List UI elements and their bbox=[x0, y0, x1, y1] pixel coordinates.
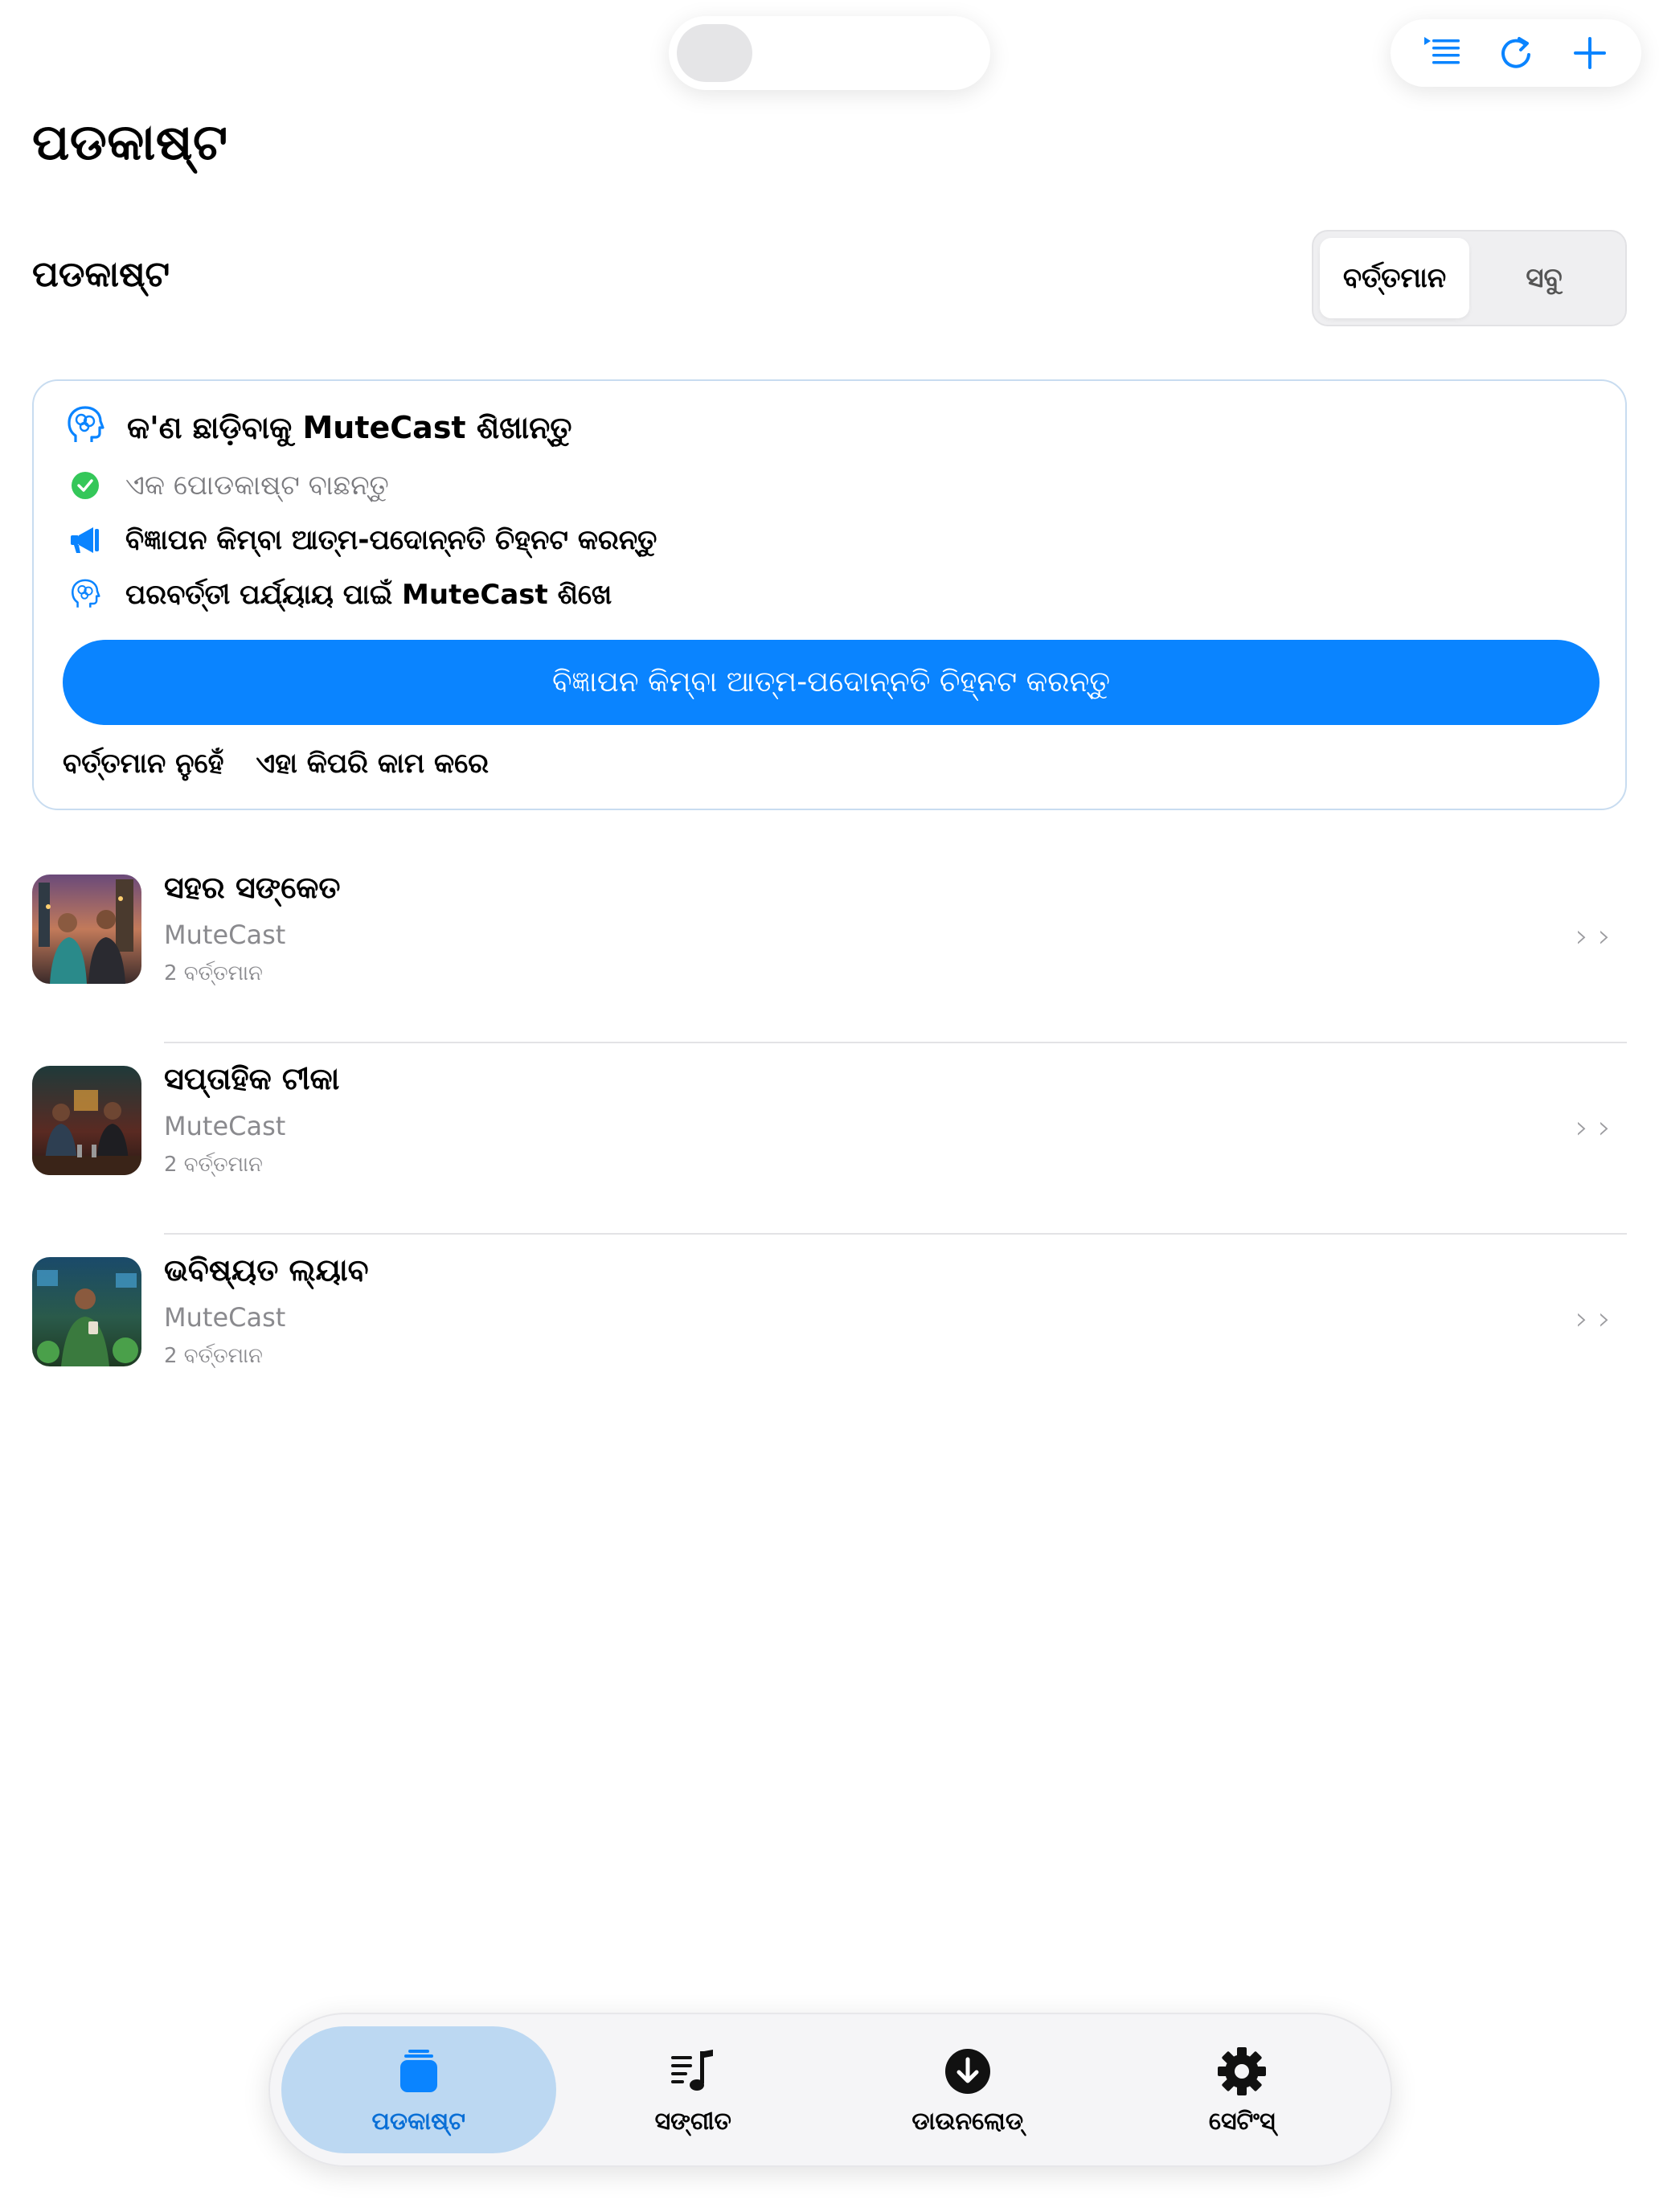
filter-segmented-control: ବର୍ତ୍ତମାନ ସବୁ bbox=[1312, 230, 1627, 326]
queue-list-icon bbox=[1424, 37, 1460, 64]
tab-label: ପଡକାଷ୍ଟ bbox=[371, 2107, 466, 2136]
step-label: ପରବର୍ତ୍ତୀ ପର୍ଯ୍ୟାୟ ପାଇଁ MuteCast ଶିଖେ bbox=[125, 579, 612, 611]
podcast-episode-count: 2 ବର୍ତ୍ତମାନ bbox=[164, 1344, 263, 1368]
podcast-artwork bbox=[32, 1066, 141, 1175]
onboarding-links: ବର୍ତ୍ତମାନ ନୁହେଁ ଏହା କିପରି କାମ କରେ bbox=[63, 748, 489, 780]
multitasking-pill[interactable] bbox=[669, 16, 990, 90]
queue-list-button[interactable] bbox=[1413, 24, 1471, 82]
onboarding-heading: କ'ଣ ଛାଡ଼ିବାକୁ MuteCast ଶିଖାନ୍ତୁ bbox=[127, 409, 572, 445]
chevron-right-icon: › bbox=[1575, 1109, 1588, 1146]
tab-label: ସଙ୍ଗୀତ bbox=[654, 2107, 731, 2136]
add-button[interactable] bbox=[1561, 24, 1619, 82]
download-icon bbox=[944, 2048, 990, 2094]
refresh-button[interactable] bbox=[1487, 24, 1545, 82]
podcast-row[interactable]: ଭବିଷ୍ୟତ ଲ୍ୟାବ MuteCast 2 ବର୍ତ୍ତମାନ › › bbox=[0, 1235, 1659, 1426]
podcast-row[interactable]: ସପ୍ତାହିକ ଟୀକା MuteCast 2 ବର୍ତ୍ତମାନ › › bbox=[0, 1043, 1659, 1235]
gear-icon bbox=[1218, 2046, 1267, 2095]
tab-podcasts[interactable]: ପଡକାଷ୍ଟ bbox=[281, 2026, 556, 2153]
segment-current[interactable]: ବର୍ତ୍ତମାନ bbox=[1320, 238, 1469, 318]
chevron-right-icon: › bbox=[1598, 1109, 1611, 1146]
multitasking-dot bbox=[677, 24, 752, 82]
brain-head-icon bbox=[66, 576, 104, 614]
podcast-author: MuteCast bbox=[164, 1302, 286, 1333]
podcasts-screen: ପଡକାଷ୍ଟ ପଡକାଷ୍ଟ ବର୍ତ୍ତମାନ ସବୁ କ'ଣ ଛାଡ଼ିବ… bbox=[0, 0, 1659, 2212]
podcast-list: ସହର ସଙ୍କେତ MuteCast 2 ବର୍ତ୍ତମାନ › › ସପ୍ତ… bbox=[0, 852, 1659, 1426]
podcast-title: ଭବିଷ୍ୟତ ଲ୍ୟାବ bbox=[164, 1252, 369, 1288]
onboarding-step-mutecast-learns: ପରବର୍ତ୍ତୀ ପର୍ଯ୍ୟାୟ ପାଇଁ MuteCast ଶିଖେ bbox=[66, 576, 612, 614]
podcast-artwork bbox=[32, 875, 141, 984]
onboarding-card: କ'ଣ ଛାଡ଼ିବାକୁ MuteCast ଶିଖାନ୍ତୁ ଏକ ପୋଡକା… bbox=[32, 379, 1627, 810]
tab-bar: ପଡକାଷ୍ଟ ସଙ୍ଗୀତ ଡାଉନଲୋଡ୍ ସେଟିଂସ୍ bbox=[268, 2013, 1392, 2167]
chevron-right-icon: › bbox=[1598, 1301, 1611, 1337]
checkmark-circle-icon bbox=[66, 466, 104, 505]
page-title: ପଡକାଷ୍ଟ bbox=[32, 113, 228, 171]
chevron-group: › › bbox=[1575, 1301, 1611, 1337]
podcast-author: MuteCast bbox=[164, 1111, 286, 1141]
step-label: ବିଜ୍ଞାପନ କିମ୍ବା ଆତ୍ମ-ପଦୋନ୍ନତି ଚିହ୍ନଟ କରନ… bbox=[125, 524, 657, 556]
tab-music[interactable]: ସଙ୍ଗୀତ bbox=[556, 2026, 831, 2153]
chevron-right-icon: › bbox=[1575, 1301, 1588, 1337]
tab-downloads[interactable]: ଡାଉନଲୋଡ୍ bbox=[830, 2026, 1105, 2153]
podcast-artwork bbox=[32, 1257, 141, 1366]
chevron-group: › › bbox=[1575, 1109, 1611, 1146]
tab-label: ସେଟିଂସ୍ bbox=[1208, 2107, 1276, 2136]
not-now-button[interactable]: ବର୍ତ୍ତମାନ ନୁହେଁ bbox=[63, 748, 223, 780]
podcast-title: ସପ୍ତାହିକ ଟୀକା bbox=[164, 1061, 340, 1096]
podcast-title: ସହର ସଙ୍କେତ bbox=[164, 870, 341, 905]
segment-all[interactable]: ସବୁ bbox=[1469, 238, 1619, 318]
brain-head-icon bbox=[63, 403, 108, 452]
mark-ads-button[interactable]: ବିଜ୍ଞାପନ କିମ୍ବା ଆତ୍ମ-ପଦୋନ୍ନତି ଚିହ୍ନଟ କରନ… bbox=[63, 640, 1600, 725]
onboarding-header: କ'ଣ ଛାଡ଼ିବାକୁ MuteCast ଶିଖାନ୍ତୁ bbox=[63, 403, 571, 452]
chevron-right-icon: › bbox=[1575, 918, 1588, 955]
tab-settings[interactable]: ସେଟିଂସ୍ bbox=[1105, 2026, 1380, 2153]
refresh-icon bbox=[1501, 37, 1530, 68]
podcasts-stack-icon bbox=[399, 2049, 437, 2092]
podcast-row[interactable]: ସହର ସଙ୍କେତ MuteCast 2 ବର୍ତ୍ତମାନ › › bbox=[0, 852, 1659, 1043]
chevron-group: › › bbox=[1575, 918, 1611, 955]
podcast-author: MuteCast bbox=[164, 920, 286, 950]
podcast-episode-count: 2 ବର୍ତ୍ତମାନ bbox=[164, 961, 263, 985]
onboarding-step-choose-podcast: ଏକ ପୋଡକାଷ୍ଟ ବାଛନ୍ତୁ bbox=[66, 466, 389, 505]
podcast-episode-count: 2 ବର୍ତ୍ତମାନ bbox=[164, 1153, 263, 1177]
how-it-works-button[interactable]: ଏହା କିପରି କାମ କରେ bbox=[256, 748, 489, 780]
top-toolbar bbox=[1391, 19, 1641, 87]
chevron-right-icon: › bbox=[1598, 918, 1611, 955]
section-title: ପଡକାଷ୍ଟ bbox=[32, 254, 170, 295]
music-list-icon bbox=[671, 2049, 714, 2091]
onboarding-step-mark-ads: ବିଜ୍ଞାପନ କିମ୍ବା ଆତ୍ମ-ପଦୋନ୍ନତି ଚିହ୍ନଟ କରନ… bbox=[66, 521, 657, 559]
megaphone-icon bbox=[66, 521, 104, 559]
tab-label: ଡାଉନଲୋଡ୍ bbox=[911, 2107, 1024, 2136]
plus-icon bbox=[1574, 37, 1606, 69]
step-label: ଏକ ପୋଡକାଷ୍ଟ ବାଛନ୍ତୁ bbox=[125, 469, 389, 502]
